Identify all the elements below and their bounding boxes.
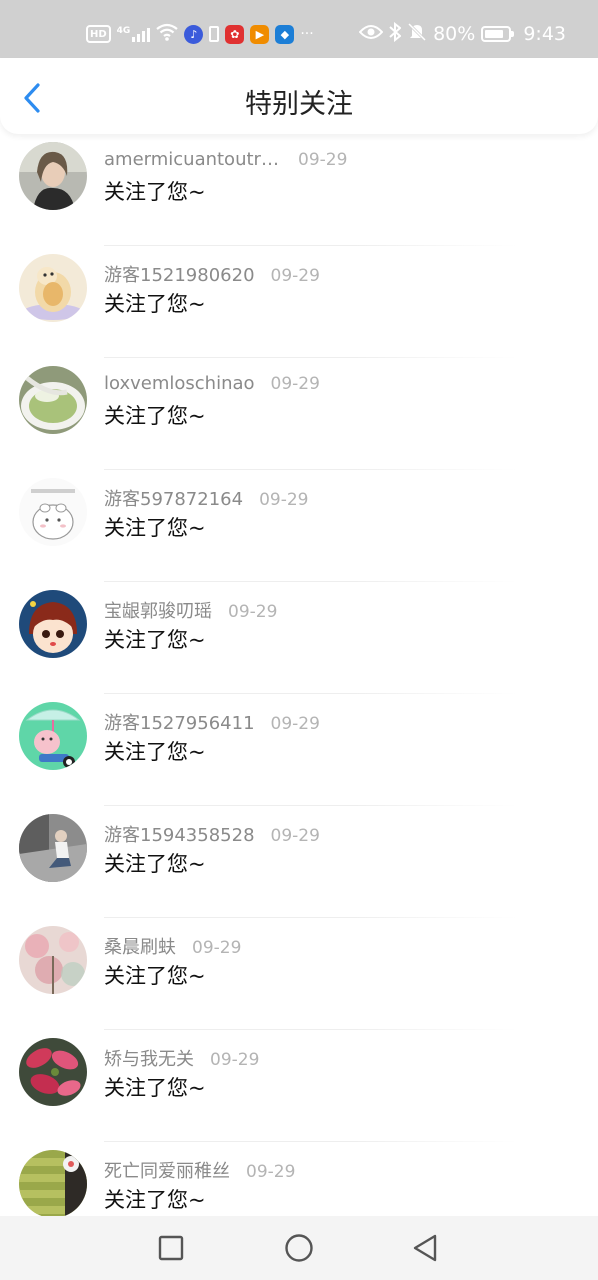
avatar[interactable] bbox=[19, 366, 87, 434]
follower-list[interactable]: amermicuantoutri... 09-29 关注了您~ 游客152198… bbox=[0, 134, 598, 1216]
huawei-app-icon: ✿ bbox=[225, 24, 245, 44]
triangle-back-icon bbox=[413, 1234, 437, 1262]
status-bar: HD 4G ♪ ✿ ▶ ◆ ··· 80% 9:43 bbox=[0, 0, 598, 58]
circle-icon bbox=[285, 1234, 313, 1262]
home-button[interactable] bbox=[281, 1230, 317, 1266]
avatar[interactable] bbox=[19, 702, 87, 770]
wifi-icon bbox=[156, 23, 179, 45]
user-name[interactable]: 游客1594358528 bbox=[104, 821, 255, 847]
name-row: 矫与我无关 09-29 bbox=[104, 1045, 259, 1071]
system-nav-bar bbox=[0, 1216, 598, 1280]
user-name[interactable]: 宝龈郭骏叨瑶 bbox=[104, 597, 212, 623]
avatar[interactable] bbox=[19, 1150, 87, 1216]
list-item[interactable]: 游客1521980620 09-29 关注了您~ bbox=[0, 246, 598, 358]
follow-message: 关注了您~ bbox=[104, 628, 206, 652]
hd-badge: HD bbox=[86, 25, 111, 43]
battery-icon bbox=[481, 26, 515, 42]
page-title: 特别关注 bbox=[245, 89, 353, 120]
list-item[interactable]: 游客1527956411 09-29 关注了您~ bbox=[0, 694, 598, 806]
list-item[interactable]: 游客597872164 09-29 关注了您~ bbox=[0, 470, 598, 582]
status-icons-left: HD 4G ♪ ✿ ▶ ◆ ··· bbox=[86, 20, 314, 48]
name-row: 宝龈郭骏叨瑶 09-29 bbox=[104, 597, 277, 623]
square-icon bbox=[158, 1235, 184, 1261]
follow-date: 09-29 bbox=[270, 266, 320, 286]
eye-icon bbox=[358, 23, 384, 45]
user-name[interactable]: amermicuantoutri... bbox=[104, 149, 282, 170]
name-row: 游客1521980620 09-29 bbox=[104, 261, 320, 287]
list-item[interactable]: loxvemloschinao 09-29 关注了您~ bbox=[0, 358, 598, 470]
follow-message: 关注了您~ bbox=[104, 964, 206, 988]
sim-icon bbox=[209, 26, 220, 42]
follow-message: 关注了您~ bbox=[104, 292, 206, 316]
follow-date: 09-29 bbox=[270, 714, 320, 734]
list-item[interactable]: 矫与我无关 09-29 关注了您~ bbox=[0, 1030, 598, 1142]
follow-message: 关注了您~ bbox=[104, 180, 206, 204]
avatar[interactable] bbox=[19, 142, 87, 210]
avatar[interactable] bbox=[19, 926, 87, 994]
network-type: 4G bbox=[116, 26, 131, 36]
header: 特别关注 bbox=[0, 58, 598, 134]
video-app-icon: ▶ bbox=[250, 24, 270, 44]
user-name[interactable]: loxvemloschinao bbox=[104, 373, 255, 394]
baidu-app-icon: ◆ bbox=[275, 24, 295, 44]
follow-message: 关注了您~ bbox=[104, 852, 206, 876]
follow-message: 关注了您~ bbox=[104, 1076, 206, 1100]
follow-date: 09-29 bbox=[259, 490, 309, 510]
follow-date: 09-29 bbox=[270, 374, 320, 394]
user-name[interactable]: 矫与我无关 bbox=[104, 1045, 194, 1071]
status-icons-right: 80% 9:43 bbox=[358, 20, 566, 48]
name-row: 游客1527956411 09-29 bbox=[104, 709, 320, 735]
list-item[interactable]: amermicuantoutri... 09-29 关注了您~ bbox=[0, 134, 598, 246]
signal-icon: 4G bbox=[117, 26, 151, 42]
list-item[interactable]: 桑晨刷蚨 09-29 关注了您~ bbox=[0, 918, 598, 1030]
follow-message: 关注了您~ bbox=[104, 1188, 206, 1212]
clock: 9:43 bbox=[523, 23, 566, 45]
name-row: amermicuantoutri... 09-29 bbox=[104, 149, 347, 175]
follow-message: 关注了您~ bbox=[104, 516, 206, 540]
user-name[interactable]: 游客1527956411 bbox=[104, 709, 255, 735]
follow-date: 09-29 bbox=[210, 1050, 260, 1070]
user-name[interactable]: 游客597872164 bbox=[104, 485, 243, 511]
follow-date: 09-29 bbox=[270, 826, 320, 846]
back-nav-button[interactable] bbox=[407, 1230, 443, 1266]
recents-button[interactable] bbox=[153, 1230, 189, 1266]
follow-date: 09-29 bbox=[246, 1162, 296, 1182]
avatar[interactable] bbox=[19, 478, 87, 546]
name-row: 桑晨刷蚨 09-29 bbox=[104, 933, 241, 959]
avatar[interactable] bbox=[19, 1038, 87, 1106]
user-name[interactable]: 游客1521980620 bbox=[104, 261, 255, 287]
bluetooth-icon bbox=[389, 21, 402, 47]
name-row: 游客1594358528 09-29 bbox=[104, 821, 320, 847]
mute-bell-icon bbox=[407, 22, 427, 47]
follow-date: 09-29 bbox=[298, 150, 348, 170]
music-app-icon: ♪ bbox=[184, 24, 204, 44]
name-row: loxvemloschinao 09-29 bbox=[104, 373, 320, 399]
name-row: 死亡同爱丽稚丝 09-29 bbox=[104, 1157, 295, 1183]
avatar[interactable] bbox=[19, 590, 87, 658]
avatar[interactable] bbox=[19, 254, 87, 322]
name-row: 游客597872164 09-29 bbox=[104, 485, 308, 511]
follow-message: 关注了您~ bbox=[104, 404, 206, 428]
list-item[interactable]: 游客1594358528 09-29 关注了您~ bbox=[0, 806, 598, 918]
follow-date: 09-29 bbox=[192, 938, 242, 958]
list-item[interactable]: 宝龈郭骏叨瑶 09-29 关注了您~ bbox=[0, 582, 598, 694]
user-name[interactable]: 死亡同爱丽稚丝 bbox=[104, 1157, 230, 1183]
user-name[interactable]: 桑晨刷蚨 bbox=[104, 933, 176, 959]
avatar[interactable] bbox=[19, 814, 87, 882]
more-notifications-icon: ··· bbox=[300, 26, 314, 42]
list-item[interactable]: 死亡同爱丽稚丝 09-29 关注了您~ bbox=[0, 1142, 598, 1216]
follow-date: 09-29 bbox=[228, 602, 278, 622]
battery-percent: 80% bbox=[433, 23, 476, 45]
follow-message: 关注了您~ bbox=[104, 740, 206, 764]
